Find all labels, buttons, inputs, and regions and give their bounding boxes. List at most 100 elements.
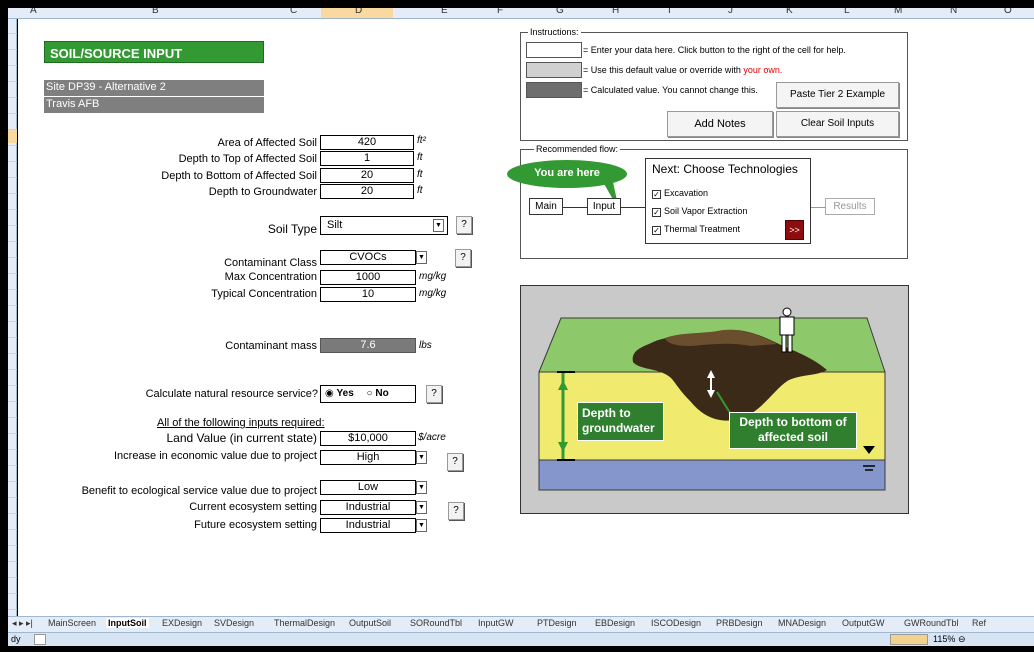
- nrs-no-radio[interactable]: ○ No: [367, 388, 389, 399]
- col-k[interactable]: K: [786, 8, 793, 16]
- row-divider: [8, 257, 17, 258]
- tech-excavation-checkbox[interactable]: ✓ Excavation: [652, 188, 708, 199]
- tab-nav-arrows[interactable]: ◂ ▸ ▸|: [12, 618, 33, 629]
- tab-ptdesign[interactable]: PTDesign: [537, 618, 577, 628]
- soil-type-label: Soil Type: [267, 222, 317, 236]
- current-setting-select[interactable]: Industrial: [320, 500, 416, 515]
- nrs-label: Calculate natural resource service?: [145, 388, 318, 400]
- nrs-help-button[interactable]: ?: [426, 385, 442, 403]
- zoom-level[interactable]: 115%: [933, 634, 955, 644]
- macro-record-icon[interactable]: [34, 634, 46, 645]
- current-setting-dropdown-icon[interactable]: ▼: [416, 501, 427, 514]
- tab-soroundtbl[interactable]: SORoundTbl: [410, 618, 462, 628]
- flow-title: Recommended flow:: [534, 144, 621, 154]
- zoom-out-icon[interactable]: ⊖: [958, 634, 966, 645]
- row-divider: [8, 193, 17, 194]
- tab-inputsoil[interactable]: InputSoil: [106, 618, 149, 628]
- tab-exdesign[interactable]: EXDesign: [162, 618, 202, 628]
- tech-sve-checkbox[interactable]: ✓ Soil Vapor Extraction: [652, 206, 747, 217]
- col-f[interactable]: F: [497, 8, 503, 16]
- econ-label: Increase in economic value due to projec…: [113, 450, 317, 462]
- row-divider: [8, 145, 17, 146]
- eco-label: Benefit to ecological service value due …: [81, 485, 317, 497]
- status-ready: dy: [11, 634, 21, 644]
- col-j[interactable]: J: [728, 8, 733, 16]
- contam-class-dropdown-icon[interactable]: ▼: [416, 251, 427, 264]
- gw-depth-label: Depth to Groundwater: [208, 186, 317, 198]
- eco-dropdown-icon[interactable]: ▼: [416, 481, 427, 494]
- future-setting-select[interactable]: Industrial: [320, 518, 416, 533]
- tab-prbdesign[interactable]: PRBDesign: [716, 618, 763, 628]
- future-setting-label: Future ecosystem setting: [194, 519, 317, 531]
- tab-iscodesign[interactable]: ISCODesign: [651, 618, 701, 628]
- contam-class-select[interactable]: CVOCs: [320, 250, 416, 265]
- col-c[interactable]: C: [290, 8, 297, 16]
- gw-depth-unit: ft: [417, 185, 423, 196]
- nrs-yes-radio[interactable]: ◉ Yes: [325, 388, 354, 399]
- row-divider: [8, 417, 17, 418]
- paste-example-button[interactable]: Paste Tier 2 Example: [776, 82, 899, 108]
- instructions-panel: Instructions: = Enter your data here. Cl…: [520, 27, 908, 141]
- tab-inputgw[interactable]: InputGW: [478, 618, 514, 628]
- col-l[interactable]: L: [844, 8, 850, 16]
- soil-type-help-button[interactable]: ?: [456, 216, 472, 234]
- clear-soil-inputs-button[interactable]: Clear Soil Inputs: [776, 111, 899, 137]
- sheet-tab-bar: ◂ ▸ ▸| MainScreen InputSoil EXDesign SVD…: [8, 616, 1034, 632]
- contam-class-label: Contaminant Class: [224, 257, 317, 269]
- col-d[interactable]: D: [355, 8, 362, 16]
- col-m[interactable]: M: [894, 8, 902, 16]
- row-divider: [8, 273, 17, 274]
- future-setting-dropdown-icon[interactable]: ▼: [416, 519, 427, 532]
- row-divider: [8, 609, 17, 610]
- tab-gwroundtbl[interactable]: GWRoundTbl: [904, 618, 959, 628]
- col-b[interactable]: B: [152, 8, 159, 16]
- tab-mnadesign[interactable]: MNADesign: [778, 618, 826, 628]
- flow-main-button[interactable]: Main: [529, 198, 563, 215]
- add-notes-button[interactable]: Add Notes: [667, 111, 773, 137]
- tab-ebdesign[interactable]: EBDesign: [595, 618, 635, 628]
- contam-class-help-button[interactable]: ?: [455, 249, 471, 267]
- page-title: SOIL/SOURCE INPUT: [44, 41, 264, 63]
- top-depth-input[interactable]: 1: [320, 151, 414, 166]
- tab-thermaldesign[interactable]: ThermalDesign: [274, 618, 335, 628]
- flow-input-node: Input: [587, 198, 621, 215]
- row-divider: [8, 561, 17, 562]
- area-input[interactable]: 420: [320, 135, 414, 150]
- row-divider: [8, 97, 17, 98]
- col-a[interactable]: A: [30, 8, 37, 16]
- tech-thermal-checkbox[interactable]: ✓ Thermal Treatment: [652, 224, 740, 235]
- ecosystem-help-button[interactable]: ?: [448, 502, 464, 520]
- row-divider: [8, 129, 17, 130]
- view-buttons-icon[interactable]: [890, 634, 928, 645]
- soil-type-select[interactable]: Silt: [320, 216, 448, 235]
- col-o[interactable]: O: [1004, 8, 1012, 16]
- col-i[interactable]: I: [668, 8, 671, 16]
- land-value-input[interactable]: $10,000: [320, 431, 416, 446]
- tab-svdesign[interactable]: SVDesign: [214, 618, 254, 628]
- row-divider: [8, 161, 17, 162]
- row-divider: [8, 33, 17, 34]
- row-divider: [8, 337, 17, 338]
- bottom-depth-input[interactable]: 20: [320, 168, 414, 183]
- tab-ref[interactable]: Ref: [972, 618, 986, 628]
- gw-depth-input[interactable]: 20: [320, 184, 414, 199]
- col-h[interactable]: H: [612, 8, 619, 16]
- soil-type-dropdown-icon[interactable]: ▼: [433, 219, 444, 232]
- tab-outputsoil[interactable]: OutputSoil: [349, 618, 391, 628]
- typ-conc-input[interactable]: 10: [320, 287, 416, 302]
- go-technologies-button[interactable]: >>: [785, 220, 804, 240]
- col-g[interactable]: G: [556, 8, 564, 16]
- tab-mainscreen[interactable]: MainScreen: [48, 618, 96, 628]
- eco-select[interactable]: Low: [320, 480, 416, 495]
- econ-help-button[interactable]: ?: [447, 453, 463, 471]
- flow-arrow-3: [811, 207, 825, 208]
- max-conc-input[interactable]: 1000: [320, 270, 416, 285]
- row-divider: [8, 289, 17, 290]
- col-e[interactable]: E: [441, 8, 448, 16]
- econ-select[interactable]: High: [320, 450, 416, 465]
- econ-dropdown-icon[interactable]: ▼: [416, 451, 427, 464]
- row-divider: [8, 241, 17, 242]
- col-n[interactable]: N: [950, 8, 957, 16]
- column-header-bar: A B C D E F G H I J K L M N O: [8, 8, 1034, 19]
- tab-outputgw[interactable]: OutputGW: [842, 618, 885, 628]
